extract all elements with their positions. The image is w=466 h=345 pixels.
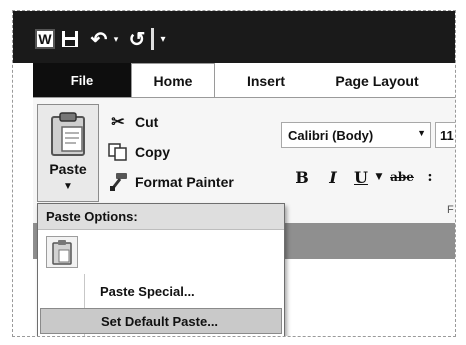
cut-button[interactable]: ✂ Cut <box>107 110 158 134</box>
copy-icon <box>107 142 129 162</box>
undo-dropdown-icon[interactable]: ▾ <box>111 29 121 49</box>
chevron-down-icon[interactable]: ▼ <box>417 128 426 138</box>
format-painter-button[interactable]: Format Painter <box>107 170 234 194</box>
format-painter-label: Format Painter <box>135 174 234 190</box>
cut-label: Cut <box>135 114 159 130</box>
tab-home[interactable]: Home <box>131 63 215 98</box>
strikethrough-button[interactable]: abe <box>389 164 415 190</box>
font-size-select[interactable]: 11 <box>435 122 455 148</box>
keep-source-formatting-icon[interactable] <box>46 236 78 268</box>
paste-options-header: Paste Options: <box>38 204 284 230</box>
save-icon[interactable] <box>61 29 79 49</box>
paste-special-item[interactable]: Paste Special... <box>40 278 282 304</box>
scissors-icon: ✂ <box>111 114 125 131</box>
paste-label: Paste <box>49 161 87 177</box>
underline-dropdown-icon[interactable]: ▼ <box>373 164 385 190</box>
font-family-value: Calibri (Body) <box>288 127 374 143</box>
toolbar-separator <box>151 28 154 50</box>
more-icon[interactable]: : <box>425 164 435 190</box>
tab-page-layout[interactable]: Page Layout <box>319 65 435 97</box>
bold-button[interactable]: B <box>291 164 313 190</box>
copy-label: Copy <box>135 144 170 160</box>
ribbon-tabs: File Home Insert Page Layout <box>13 63 455 98</box>
undo-icon[interactable]: ↶ <box>89 29 109 51</box>
font-size-value: 11 <box>440 127 454 143</box>
redo-icon[interactable]: ↺ <box>127 29 147 51</box>
set-default-paste-item[interactable]: Set Default Paste... <box>40 308 282 334</box>
italic-button[interactable]: I <box>323 164 343 190</box>
font-family-select[interactable]: Calibri (Body) ▼ <box>281 122 431 148</box>
underline-button[interactable]: U <box>351 164 371 190</box>
chevron-down-icon[interactable]: ▼ <box>38 181 98 192</box>
screenshot-frame: W ↶ ▾ ↺ ▾ File Home Insert Page Layout P… <box>12 10 456 337</box>
word-icon[interactable]: W <box>35 29 55 49</box>
paintbrush-icon <box>107 172 129 192</box>
paste-options-menu: Paste Options: Paste Special... Set Defa… <box>37 203 285 336</box>
clipboard-icon <box>46 111 90 157</box>
tab-file[interactable]: File <box>33 63 131 97</box>
quick-access-toolbar: W ↶ ▾ ↺ ▾ <box>13 11 455 63</box>
customize-dropdown-icon[interactable]: ▾ <box>157 29 169 49</box>
font-group-label: F <box>447 204 454 216</box>
paste-button[interactable]: Paste ▼ <box>37 104 99 202</box>
copy-button[interactable]: Copy <box>107 140 170 164</box>
tab-insert[interactable]: Insert <box>231 65 301 97</box>
